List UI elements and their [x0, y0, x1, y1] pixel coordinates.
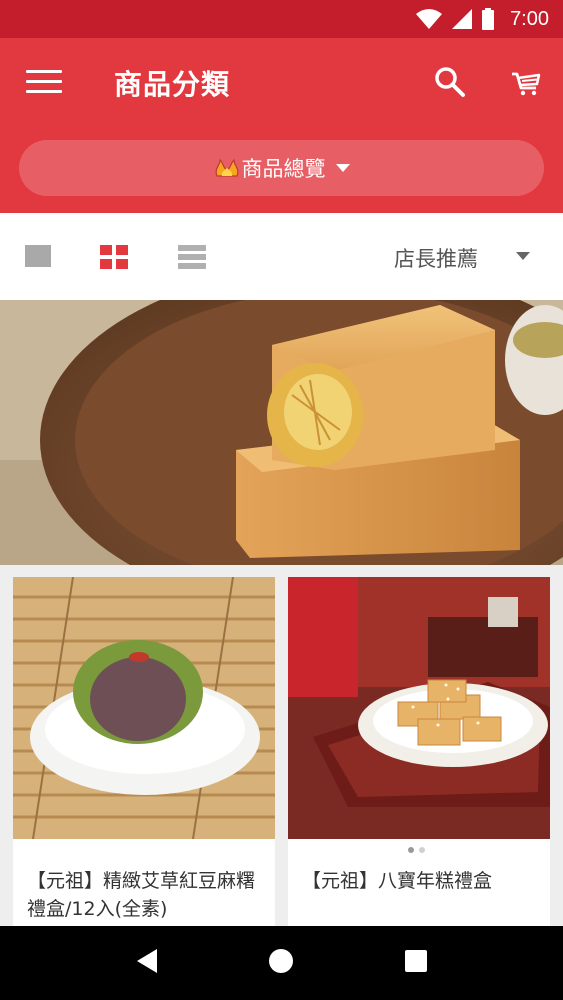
- search-icon: [435, 67, 465, 97]
- menu-icon: [26, 70, 62, 93]
- product-image: [288, 577, 550, 839]
- app-bar: 商品分類 商品總覽: [0, 38, 563, 213]
- status-time: 7:00: [510, 7, 549, 30]
- chevron-down-icon[interactable]: [516, 252, 530, 260]
- fire-icon: [214, 154, 240, 183]
- back-button[interactable]: [135, 948, 159, 978]
- product-title: 【元祖】八寶年糕禮盒: [302, 870, 493, 892]
- single-view-button[interactable]: [25, 245, 51, 267]
- home-button[interactable]: [268, 948, 294, 978]
- promo-banner[interactable]: [0, 300, 563, 565]
- cart-button[interactable]: [508, 64, 544, 100]
- cellular-signal-icon: [452, 9, 473, 29]
- back-icon: [136, 949, 157, 973]
- home-icon: [269, 949, 294, 973]
- status-bar: 7:00: [0, 0, 563, 38]
- chevron-down-icon: [335, 164, 350, 172]
- product-title: 【元祖】精緻艾草紅豆麻糬禮盒/12入(全素): [27, 870, 256, 920]
- menu-button[interactable]: [26, 70, 62, 98]
- category-dropdown-label: 商品總覽: [241, 157, 326, 181]
- battery-icon: [482, 8, 495, 30]
- category-dropdown[interactable]: 商品總覽: [19, 140, 544, 196]
- product-image: [13, 577, 275, 839]
- banner-image: [0, 300, 563, 565]
- sort-dropdown[interactable]: 店長推薦: [394, 243, 478, 273]
- recents-icon: [405, 950, 428, 972]
- grid-view-button[interactable]: [100, 245, 128, 269]
- page-title: 商品分類: [114, 68, 231, 101]
- wifi-icon: [416, 9, 443, 29]
- list-view-button[interactable]: [178, 245, 206, 269]
- system-nav-bar: [0, 926, 563, 1000]
- image-pager-dots: [408, 847, 425, 853]
- product-card[interactable]: 【元祖】精緻艾草紅豆麻糬禮盒/12入(全素): [13, 577, 275, 937]
- view-toolbar: 店長推薦: [0, 213, 563, 300]
- cart-icon: [512, 72, 541, 96]
- recents-button[interactable]: [404, 949, 428, 977]
- product-card[interactable]: 【元祖】八寶年糕禮盒: [288, 577, 550, 937]
- search-button[interactable]: [432, 64, 468, 100]
